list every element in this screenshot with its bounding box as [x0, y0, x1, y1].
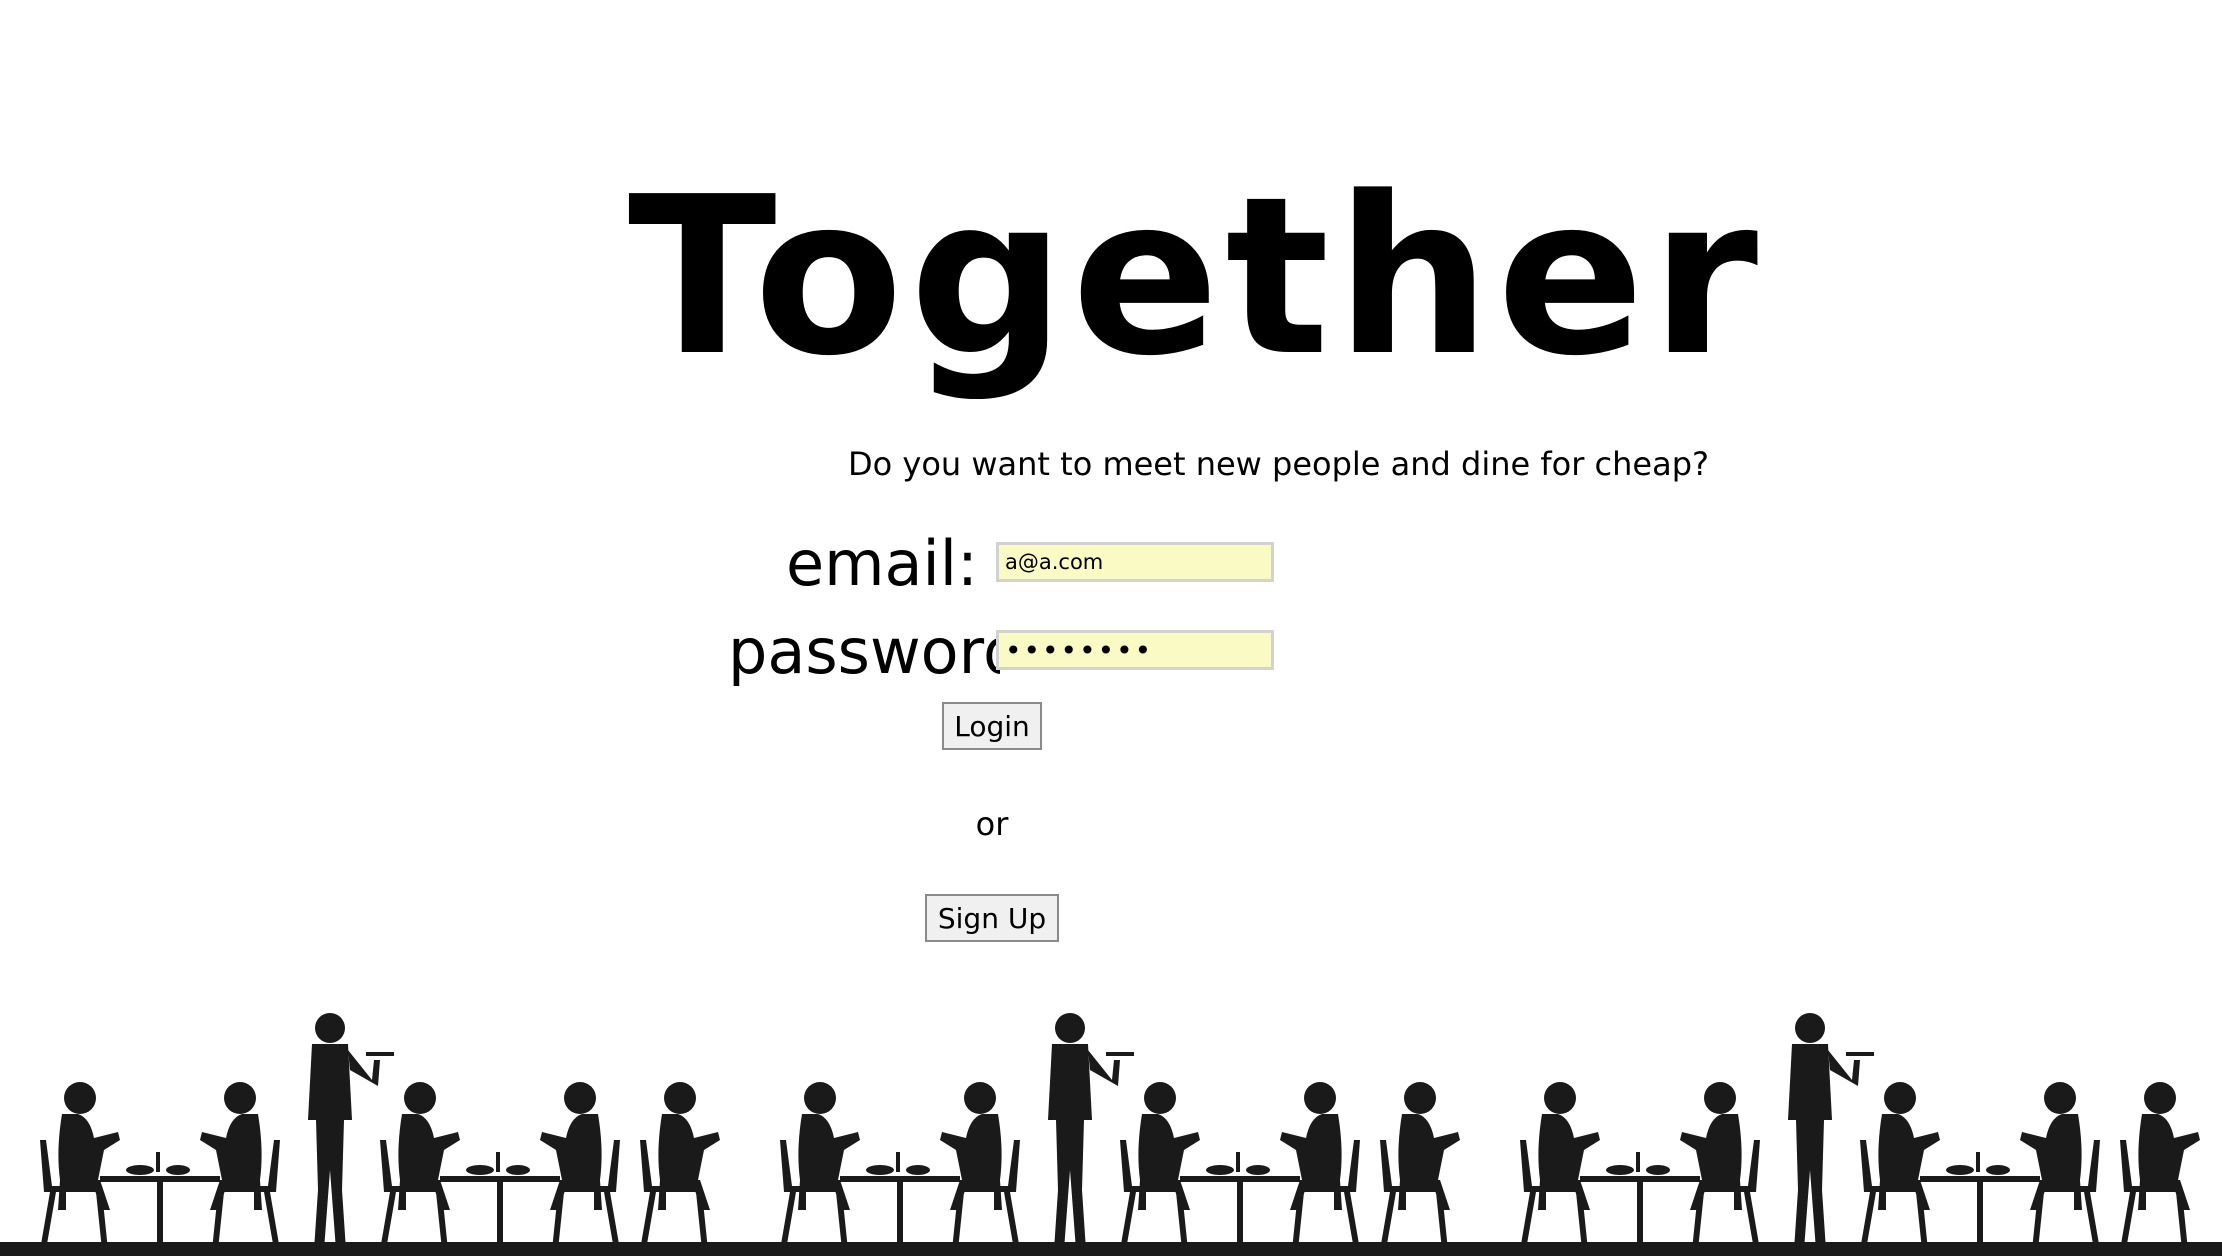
- login-button[interactable]: Login: [942, 702, 1042, 750]
- email-label: email:: [786, 527, 978, 600]
- or-separator: or: [975, 805, 1009, 843]
- tagline: Do you want to meet new people and dine …: [848, 445, 1710, 483]
- app-title: Together: [627, 151, 1765, 404]
- dining-people-silhouette-icon: [0, 1010, 2222, 1256]
- password-label: password:: [728, 615, 1000, 688]
- signup-button[interactable]: Sign Up: [925, 894, 1059, 942]
- dining-silhouette-banner: [0, 1010, 2222, 1256]
- email-field[interactable]: [996, 542, 1274, 582]
- password-field[interactable]: [996, 630, 1274, 670]
